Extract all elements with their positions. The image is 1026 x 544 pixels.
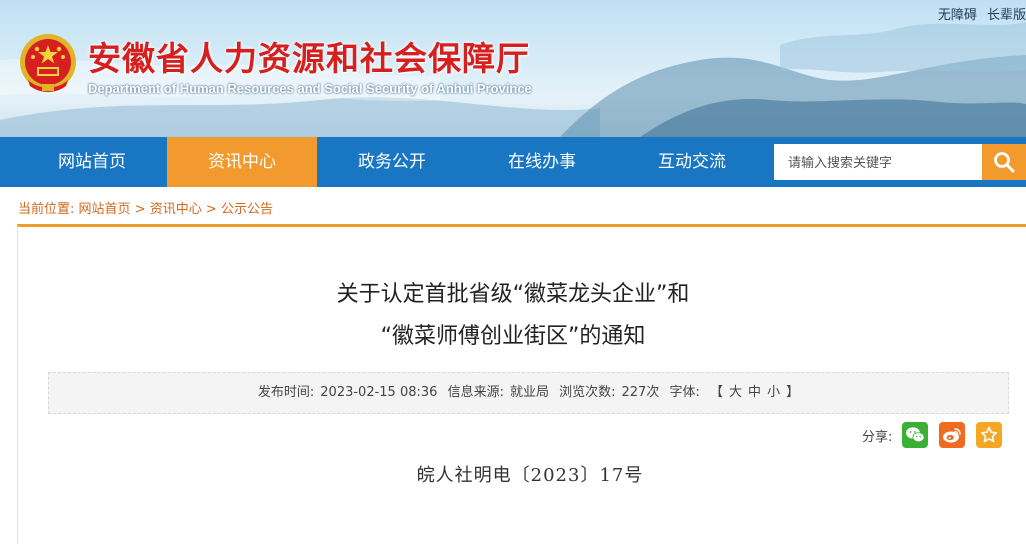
nav-item-gov-affairs[interactable]: 政务公开 [317,137,467,187]
nav-item-online-service[interactable]: 在线办事 [467,137,617,187]
share-wechat-button[interactable] [902,422,929,448]
font-bracket-open: 【 [710,385,724,400]
breadcrumb-separator: > [205,202,217,217]
font-size-label: 字体: [669,385,700,400]
elder-mode-link[interactable]: 长辈版 [987,8,1026,23]
share-favorite-button[interactable] [976,422,1003,448]
top-links: 无障碍 长辈版 [932,4,1026,23]
favorite-star-icon [981,426,998,443]
nav-item-home[interactable]: 网站首页 [17,137,167,187]
share-bar: 分享: [862,422,1003,448]
header-banner: 无障碍 长辈版 安徽省人力资源和社会保障厅 Department of Huma… [0,0,1026,137]
accessibility-link[interactable]: 无障碍 [938,8,977,23]
font-size-large-button[interactable]: 大 [729,385,742,400]
publish-time-label: 发布时间: [257,385,315,400]
breadcrumb-separator: > [134,202,146,217]
search-button[interactable] [982,144,1026,180]
national-emblem-icon [20,34,76,92]
breadcrumb-item-notices[interactable]: 公示公告 [221,202,273,217]
document-number: 皖人社明电〔2023〕17号 [416,465,644,486]
font-bracket-close: 】 [786,385,800,400]
breadcrumb-item-news[interactable]: 资讯中心 [150,202,202,217]
breadcrumb-item-home[interactable]: 网站首页 [79,202,131,217]
nav-item-news[interactable]: 资讯中心 [167,137,317,187]
weibo-icon [943,428,962,443]
breadcrumb-prefix: 当前位置: [18,202,75,217]
source-label: 信息来源: [447,385,504,400]
wechat-icon [906,427,925,443]
site-subtitle: Department of Human Resources and Social… [88,81,532,96]
share-label: 分享: [862,429,893,445]
site-title: 安徽省人力资源和社会保障厅 [88,39,530,78]
main-nav: 网站首页 资讯中心 政务公开 在线办事 互动交流 [0,137,1026,187]
nav-item-interaction[interactable]: 互动交流 [617,137,767,187]
share-weibo-button[interactable] [939,422,966,448]
breadcrumb: 当前位置: 网站首页 > 资讯中心 > 公示公告 [18,198,273,217]
views-count: 227次 [621,385,660,400]
search-input[interactable] [774,144,982,180]
views-label: 浏览次数: [559,385,616,400]
article-meta-bar: 发布时间: 2023-02-15 08:36 信息来源: 就业局 浏览次数: 227次… [48,372,1009,414]
publish-time: 2023-02-15 08:36 [320,385,438,400]
source-value: 就业局 [509,385,549,400]
font-size-medium-button[interactable]: 中 [748,385,761,400]
search-icon [994,152,1015,173]
article-title-line2: “徽菜师傅创业街区”的通知 [380,324,646,349]
article-title-line1: 关于认定首批省级“徽菜龙头企业”和 [336,282,690,307]
font-size-small-button[interactable]: 小 [767,385,780,400]
